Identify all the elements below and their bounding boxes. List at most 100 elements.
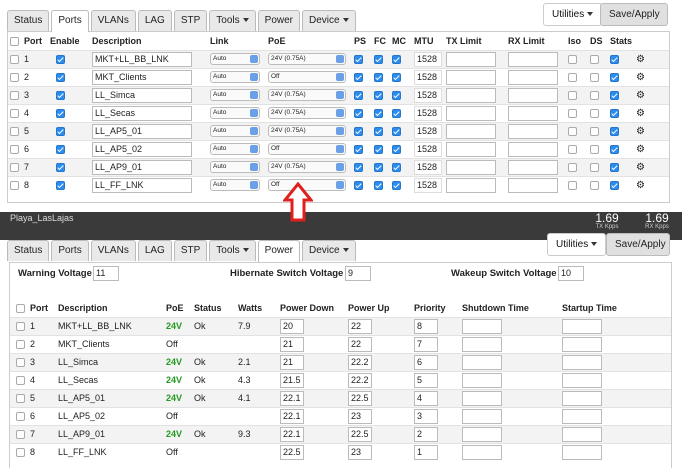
rx-limit-input[interactable]: [508, 159, 558, 175]
gear-icon[interactable]: ⚙: [636, 54, 645, 65]
enable-checkbox[interactable]: [56, 109, 65, 119]
row-select-checkbox[interactable]: [16, 394, 25, 404]
description-input[interactable]: LL_Simca: [92, 87, 192, 103]
ps-checkbox[interactable]: [354, 91, 363, 101]
mc-checkbox[interactable]: [392, 109, 401, 119]
enable-checkbox[interactable]: [56, 127, 65, 137]
fc-checkbox[interactable]: [374, 181, 383, 191]
mtu-input[interactable]: 1528: [414, 159, 442, 175]
row-select-checkbox[interactable]: [16, 322, 25, 332]
ds-checkbox[interactable]: [590, 55, 599, 65]
startup-time-input[interactable]: [562, 444, 602, 460]
power-down-input[interactable]: 21: [280, 354, 304, 370]
priority-input[interactable]: 1: [414, 444, 438, 460]
fc-checkbox[interactable]: [374, 127, 383, 137]
description-input[interactable]: MKT+LL_BB_LNK: [92, 51, 192, 67]
ds-checkbox[interactable]: [590, 109, 599, 119]
startup-time-input[interactable]: [562, 372, 602, 388]
tab-lag[interactable]: LAG: [137, 240, 172, 261]
iso-checkbox[interactable]: [568, 145, 577, 155]
gear-icon[interactable]: ⚙: [636, 162, 645, 173]
shutdown-time-input[interactable]: [462, 408, 502, 424]
power-down-input[interactable]: 22.5: [280, 444, 304, 460]
gear-icon[interactable]: ⚙: [636, 90, 645, 101]
gear-icon[interactable]: ⚙: [636, 144, 645, 155]
shutdown-time-input[interactable]: [462, 426, 502, 442]
mc-checkbox[interactable]: [392, 73, 401, 83]
tab-power[interactable]: Power: [257, 10, 301, 31]
poe-select[interactable]: 24V (0.75A): [268, 53, 346, 65]
poe-select[interactable]: 24V (0.75A): [268, 161, 346, 173]
row-select-checkbox[interactable]: [16, 358, 25, 368]
row-select-checkbox[interactable]: [16, 430, 25, 440]
select-all-checkbox[interactable]: [10, 36, 19, 46]
mc-checkbox[interactable]: [392, 91, 401, 101]
startup-time-input[interactable]: [562, 390, 602, 406]
enable-checkbox[interactable]: [56, 91, 65, 101]
gear-icon[interactable]: ⚙: [636, 72, 645, 83]
stats-checkbox[interactable]: [610, 127, 619, 137]
tx-limit-input[interactable]: [446, 105, 496, 121]
ds-checkbox[interactable]: [590, 73, 599, 83]
row-select-checkbox[interactable]: [10, 127, 19, 137]
mc-checkbox[interactable]: [392, 127, 401, 137]
startup-time-input[interactable]: [562, 318, 602, 334]
ps-checkbox[interactable]: [354, 163, 363, 173]
tab-vlans[interactable]: VLANs: [90, 10, 136, 31]
fc-checkbox[interactable]: [374, 163, 383, 173]
shutdown-time-input[interactable]: [462, 318, 502, 334]
description-input[interactable]: LL_Secas: [92, 105, 192, 121]
stats-checkbox[interactable]: [610, 73, 619, 83]
link-select[interactable]: Auto: [210, 179, 260, 192]
iso-checkbox[interactable]: [568, 55, 577, 65]
tx-limit-input[interactable]: [446, 141, 496, 157]
mtu-input[interactable]: 1528: [414, 87, 442, 103]
ds-checkbox[interactable]: [590, 91, 599, 101]
ps-checkbox[interactable]: [354, 109, 363, 119]
startup-time-input[interactable]: [562, 354, 602, 370]
row-select-checkbox[interactable]: [10, 73, 19, 83]
fc-checkbox[interactable]: [374, 55, 383, 65]
mtu-input[interactable]: 1528: [414, 141, 442, 157]
tx-limit-input[interactable]: [446, 69, 496, 85]
tx-limit-input[interactable]: [446, 177, 496, 193]
tab-ports[interactable]: Ports: [51, 240, 89, 261]
tab-power[interactable]: Power: [257, 240, 301, 262]
mc-checkbox[interactable]: [392, 55, 401, 65]
ps-checkbox[interactable]: [354, 55, 363, 65]
startup-time-input[interactable]: [562, 408, 602, 424]
tab-status[interactable]: Status: [7, 240, 50, 261]
enable-checkbox[interactable]: [56, 181, 65, 191]
utilities-button-2[interactable]: Utilities: [547, 233, 607, 256]
rx-limit-input[interactable]: [508, 51, 558, 67]
iso-checkbox[interactable]: [568, 163, 577, 173]
stats-checkbox[interactable]: [610, 109, 619, 119]
power-up-input[interactable]: 22.2: [348, 354, 372, 370]
utilities-button[interactable]: Utilities: [543, 3, 603, 26]
shutdown-time-input[interactable]: [462, 444, 502, 460]
ps-checkbox[interactable]: [354, 181, 363, 191]
priority-input[interactable]: 4: [414, 390, 438, 406]
startup-time-input[interactable]: [562, 336, 602, 352]
tab-stp[interactable]: STP: [173, 240, 208, 261]
poe-select[interactable]: 24V (0.75A): [268, 107, 346, 119]
row-select-checkbox[interactable]: [16, 376, 25, 386]
shutdown-time-input[interactable]: [462, 390, 502, 406]
description-input[interactable]: LL_AP5_02: [92, 141, 192, 157]
tab-device[interactable]: Device: [302, 240, 356, 261]
priority-input[interactable]: 8: [414, 318, 438, 334]
mtu-input[interactable]: 1528: [414, 105, 442, 121]
tx-limit-input[interactable]: [446, 123, 496, 139]
fc-checkbox[interactable]: [374, 73, 383, 83]
row-select-checkbox[interactable]: [16, 340, 25, 350]
rx-limit-input[interactable]: [508, 123, 558, 139]
fc-checkbox[interactable]: [374, 145, 383, 155]
link-select[interactable]: Auto: [210, 89, 260, 101]
tab-tools[interactable]: Tools: [209, 240, 256, 261]
fc-checkbox[interactable]: [374, 91, 383, 101]
poe-select[interactable]: 24V (0.75A): [268, 125, 346, 137]
rx-limit-input[interactable]: [508, 141, 558, 157]
iso-checkbox[interactable]: [568, 181, 577, 191]
description-input[interactable]: LL_FF_LNK: [92, 177, 192, 193]
poe-select[interactable]: 24V (0.75A): [268, 89, 346, 101]
